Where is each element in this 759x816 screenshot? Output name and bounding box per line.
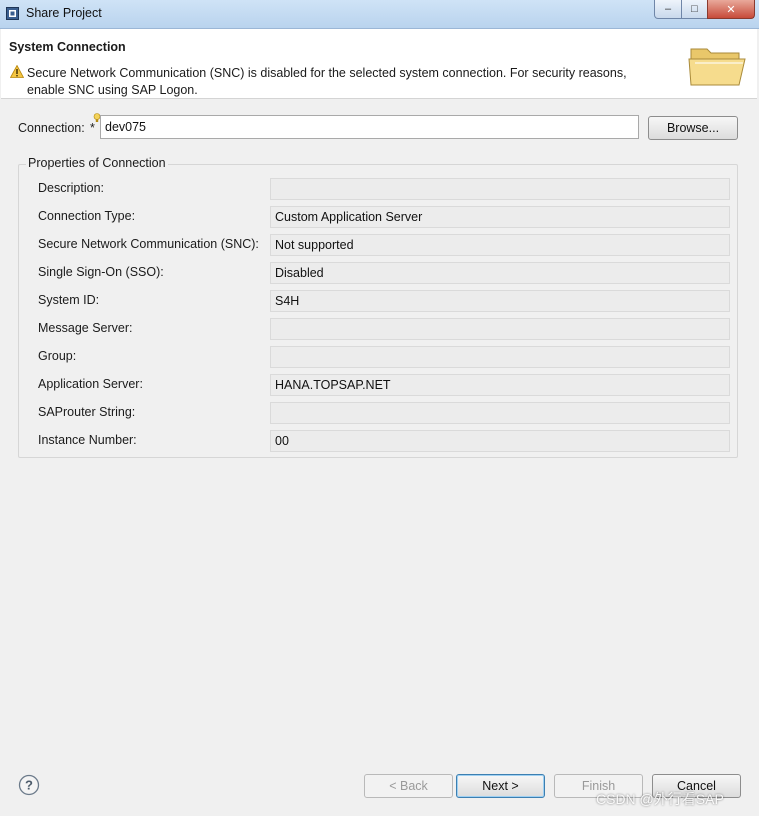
- message-server-field: [270, 318, 730, 340]
- system-id-field: S4H: [270, 290, 730, 312]
- back-button[interactable]: < Back: [364, 774, 453, 798]
- next-button[interactable]: Next >: [456, 774, 545, 798]
- saprouter-field: [270, 402, 730, 424]
- connection-label: Connection:: [18, 121, 85, 135]
- app-icon: [6, 7, 19, 20]
- application-server-field: HANA.TOPSAP.NET: [270, 374, 730, 396]
- snc-field: Not supported: [270, 234, 730, 256]
- required-mark: *: [90, 121, 95, 135]
- message-server-label: Message Server:: [38, 321, 133, 335]
- folder-icon: [688, 48, 746, 86]
- wizard-header: System Connection Secure Network Communi…: [1, 29, 757, 99]
- snc-label: Secure Network Communication (SNC):: [38, 237, 259, 251]
- application-server-label: Application Server:: [38, 377, 143, 391]
- connection-type-field: Custom Application Server: [270, 206, 730, 228]
- warning-icon: [10, 65, 24, 78]
- saprouter-label: SAProuter String:: [38, 405, 136, 419]
- description-field: [270, 178, 730, 200]
- page-title: System Connection: [9, 40, 126, 54]
- warning-message: Secure Network Communication (SNC) is di…: [27, 66, 627, 97]
- maximize-button[interactable]: □: [681, 0, 708, 19]
- group-title: Properties of Connection: [26, 156, 168, 170]
- group-label: Group:: [38, 349, 77, 363]
- help-icon[interactable]: ?: [18, 774, 40, 796]
- svg-text:?: ?: [25, 778, 33, 793]
- instance-number-label: Instance Number:: [38, 433, 137, 447]
- close-button[interactable]: ✕: [707, 0, 755, 19]
- browse-button[interactable]: Browse...: [648, 116, 738, 140]
- sso-label: Single Sign-On (SSO):: [38, 265, 164, 279]
- instance-number-field: 00: [270, 430, 730, 452]
- minimize-button[interactable]: –: [654, 0, 682, 19]
- watermark: CSDN @外行看SAP: [596, 791, 724, 807]
- title-bar: Share Project – □ ✕: [0, 0, 759, 29]
- connection-input[interactable]: [100, 115, 639, 139]
- group-field: [270, 346, 730, 368]
- window-title: Share Project: [26, 6, 102, 20]
- description-label: Description:: [38, 181, 104, 195]
- sso-field: Disabled: [270, 262, 730, 284]
- system-id-label: System ID:: [38, 293, 100, 307]
- connection-type-label: Connection Type:: [38, 209, 136, 223]
